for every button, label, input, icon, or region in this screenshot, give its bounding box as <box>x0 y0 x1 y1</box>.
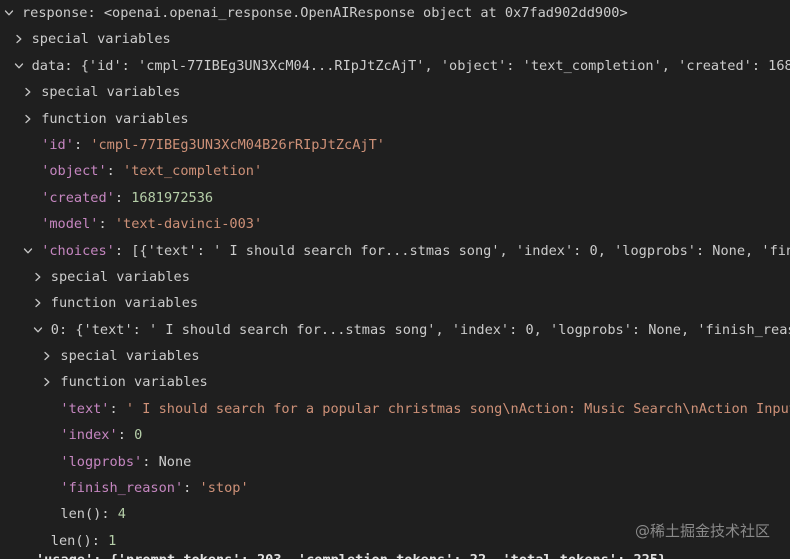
tree-row[interactable]: 0: {'text': ' I should search for...stma… <box>0 317 790 343</box>
variable-name: 'id' <box>41 136 74 153</box>
variable-name: function variables <box>41 110 189 127</box>
variable-value: 1681972536 <box>131 189 214 206</box>
tree-row: 'text': ' I should search for a popular … <box>0 396 790 422</box>
watermark: @稀土掘金技术社区 <box>634 522 770 540</box>
variable-name: 'index' <box>60 427 118 444</box>
tree-row[interactable]: 'choices': [{'text': ' I should search f… <box>0 238 790 264</box>
chevron-right-icon[interactable] <box>23 114 33 124</box>
variable-name: 'object' <box>41 163 107 180</box>
tree-row-content: 'index': 0 <box>60 427 143 444</box>
tree-row-content: special variables <box>51 264 190 290</box>
variable-value: <openai.openai_response.OpenAIResponse o… <box>103 5 628 21</box>
tree-row[interactable]: function variables <box>0 369 790 395</box>
variable-name: 'finish_reason' <box>60 480 184 497</box>
tree-row-content: 'logprobs': None <box>60 453 192 470</box>
variable-name: function variables <box>60 374 208 391</box>
variable-value: None <box>158 453 192 470</box>
tree-row[interactable]: data: {'id': 'cmpl-77IBEg3UN3XcM04...RIp… <box>0 53 790 79</box>
chevron-right-icon[interactable] <box>14 34 24 44</box>
tree-row-content: 'id': 'cmpl-77IBEg3UN3XcM04B26rRIpJtZcAj… <box>41 136 385 153</box>
tree-row-content: function variables <box>51 290 198 316</box>
chevron-right-icon[interactable] <box>33 298 43 308</box>
tree-row-content: special variables <box>32 26 171 52</box>
tree-row-content: response: <openai.openai_response.OpenAI… <box>22 5 628 21</box>
variable-name: 'logprobs' <box>60 453 143 470</box>
tree-row: 'logprobs': None <box>0 449 790 475</box>
tree-row-content: 'finish_reason': 'stop' <box>60 480 249 497</box>
tree-row[interactable]: special variables <box>0 26 790 52</box>
chevron-down-icon[interactable] <box>33 325 43 335</box>
chevron-right-icon[interactable] <box>33 272 43 282</box>
tree-row-content: 0: {'text': ' I should search for...stma… <box>51 317 790 343</box>
variables-tree: response: <openai.openai_response.OpenAI… <box>0 0 790 559</box>
chevron-down-icon[interactable] <box>14 61 24 71</box>
tree-row: 'created': 1681972536 <box>0 185 790 211</box>
tree-row-content: special variables <box>60 343 199 369</box>
variable-value: {'text': ' I should search for...stmas s… <box>75 321 790 338</box>
tree-row: 'finish_reason': 'stop' <box>0 475 790 501</box>
chevron-right-icon[interactable] <box>42 351 52 361</box>
tree-row-content: function variables <box>60 369 207 395</box>
variable-name: 'created' <box>41 189 115 206</box>
tree-row-content: 'object': 'text_completion' <box>41 163 263 180</box>
chevron-down-icon[interactable] <box>4 8 14 18</box>
variable-name: special variables <box>31 31 171 48</box>
tree-row: 'index': 0 <box>0 422 790 448</box>
variable-value: 'text-davinci-003' <box>114 216 263 233</box>
tree-row: 'model': 'text-davinci-003' <box>0 211 790 237</box>
variable-value: [{'text': ' I should search for...stmas … <box>131 242 790 259</box>
variable-name: function variables <box>50 295 199 312</box>
tree-row-content: special variables <box>41 79 180 105</box>
variable-name: len() <box>50 532 92 549</box>
tree-row[interactable]: response: <openai.openai_response.OpenAI… <box>0 0 790 26</box>
tree-row: 'object': 'text_completion' <box>0 158 790 184</box>
tree-row[interactable]: special variables <box>0 264 790 290</box>
variable-name: special variables <box>60 348 200 365</box>
variable-name: 'text' <box>60 400 110 417</box>
variable-value: {'id': 'cmpl-77IBEg3UN3XcM04...RIpJtZcAj… <box>80 57 790 74</box>
tree-row[interactable]: special variables <box>0 343 790 369</box>
tree-row[interactable]: function variables <box>0 290 790 316</box>
chevron-right-icon[interactable] <box>23 87 33 97</box>
tree-row-content: 'choices': [{'text': ' I should search f… <box>41 238 790 264</box>
variable-value: 'stop' <box>199 480 249 497</box>
tree-row-content: 'created': 1681972536 <box>41 189 214 206</box>
tree-row-content: data: {'id': 'cmpl-77IBEg3UN3XcM04...RIp… <box>32 53 790 79</box>
variable-name: response <box>22 5 88 21</box>
tree-row: 'id': 'cmpl-77IBEg3UN3XcM04B26rRIpJtZcAj… <box>0 132 790 158</box>
variable-value: 4 <box>117 506 126 523</box>
tree-row-content: function variables <box>41 106 188 132</box>
tree-row[interactable]: function variables <box>0 106 790 132</box>
variable-name: special variables <box>50 268 190 285</box>
variable-name: len() <box>60 506 102 523</box>
tree-row[interactable]: special variables <box>0 79 790 105</box>
variable-value: 1 <box>108 532 117 549</box>
tree-row-content: len(): 1 <box>50 532 117 549</box>
chevron-down-icon[interactable] <box>23 246 33 256</box>
usage-row: 'usage': {'prompt_tokens': 203, 'complet… <box>0 551 790 559</box>
chevron-right-icon[interactable] <box>42 377 52 387</box>
variable-name: data <box>31 57 65 74</box>
variable-value: 'text_completion' <box>123 163 263 180</box>
variable-value: ' I should search for a popular christma… <box>125 400 790 417</box>
variable-value: 0 <box>134 427 143 444</box>
variable-name: 'choices' <box>41 242 115 259</box>
tree-row-content: len(): 4 <box>60 506 126 523</box>
tree-row-content: 'model': 'text-davinci-003' <box>41 216 263 233</box>
variable-name: 'model' <box>41 216 99 233</box>
variable-name: 0 <box>50 321 59 338</box>
tree-row-content: 'text': ' I should search for a popular … <box>60 396 790 422</box>
variable-value: 'cmpl-77IBEg3UN3XcM04B26rRIpJtZcAjT' <box>90 136 385 153</box>
variable-name: special variables <box>41 84 181 101</box>
